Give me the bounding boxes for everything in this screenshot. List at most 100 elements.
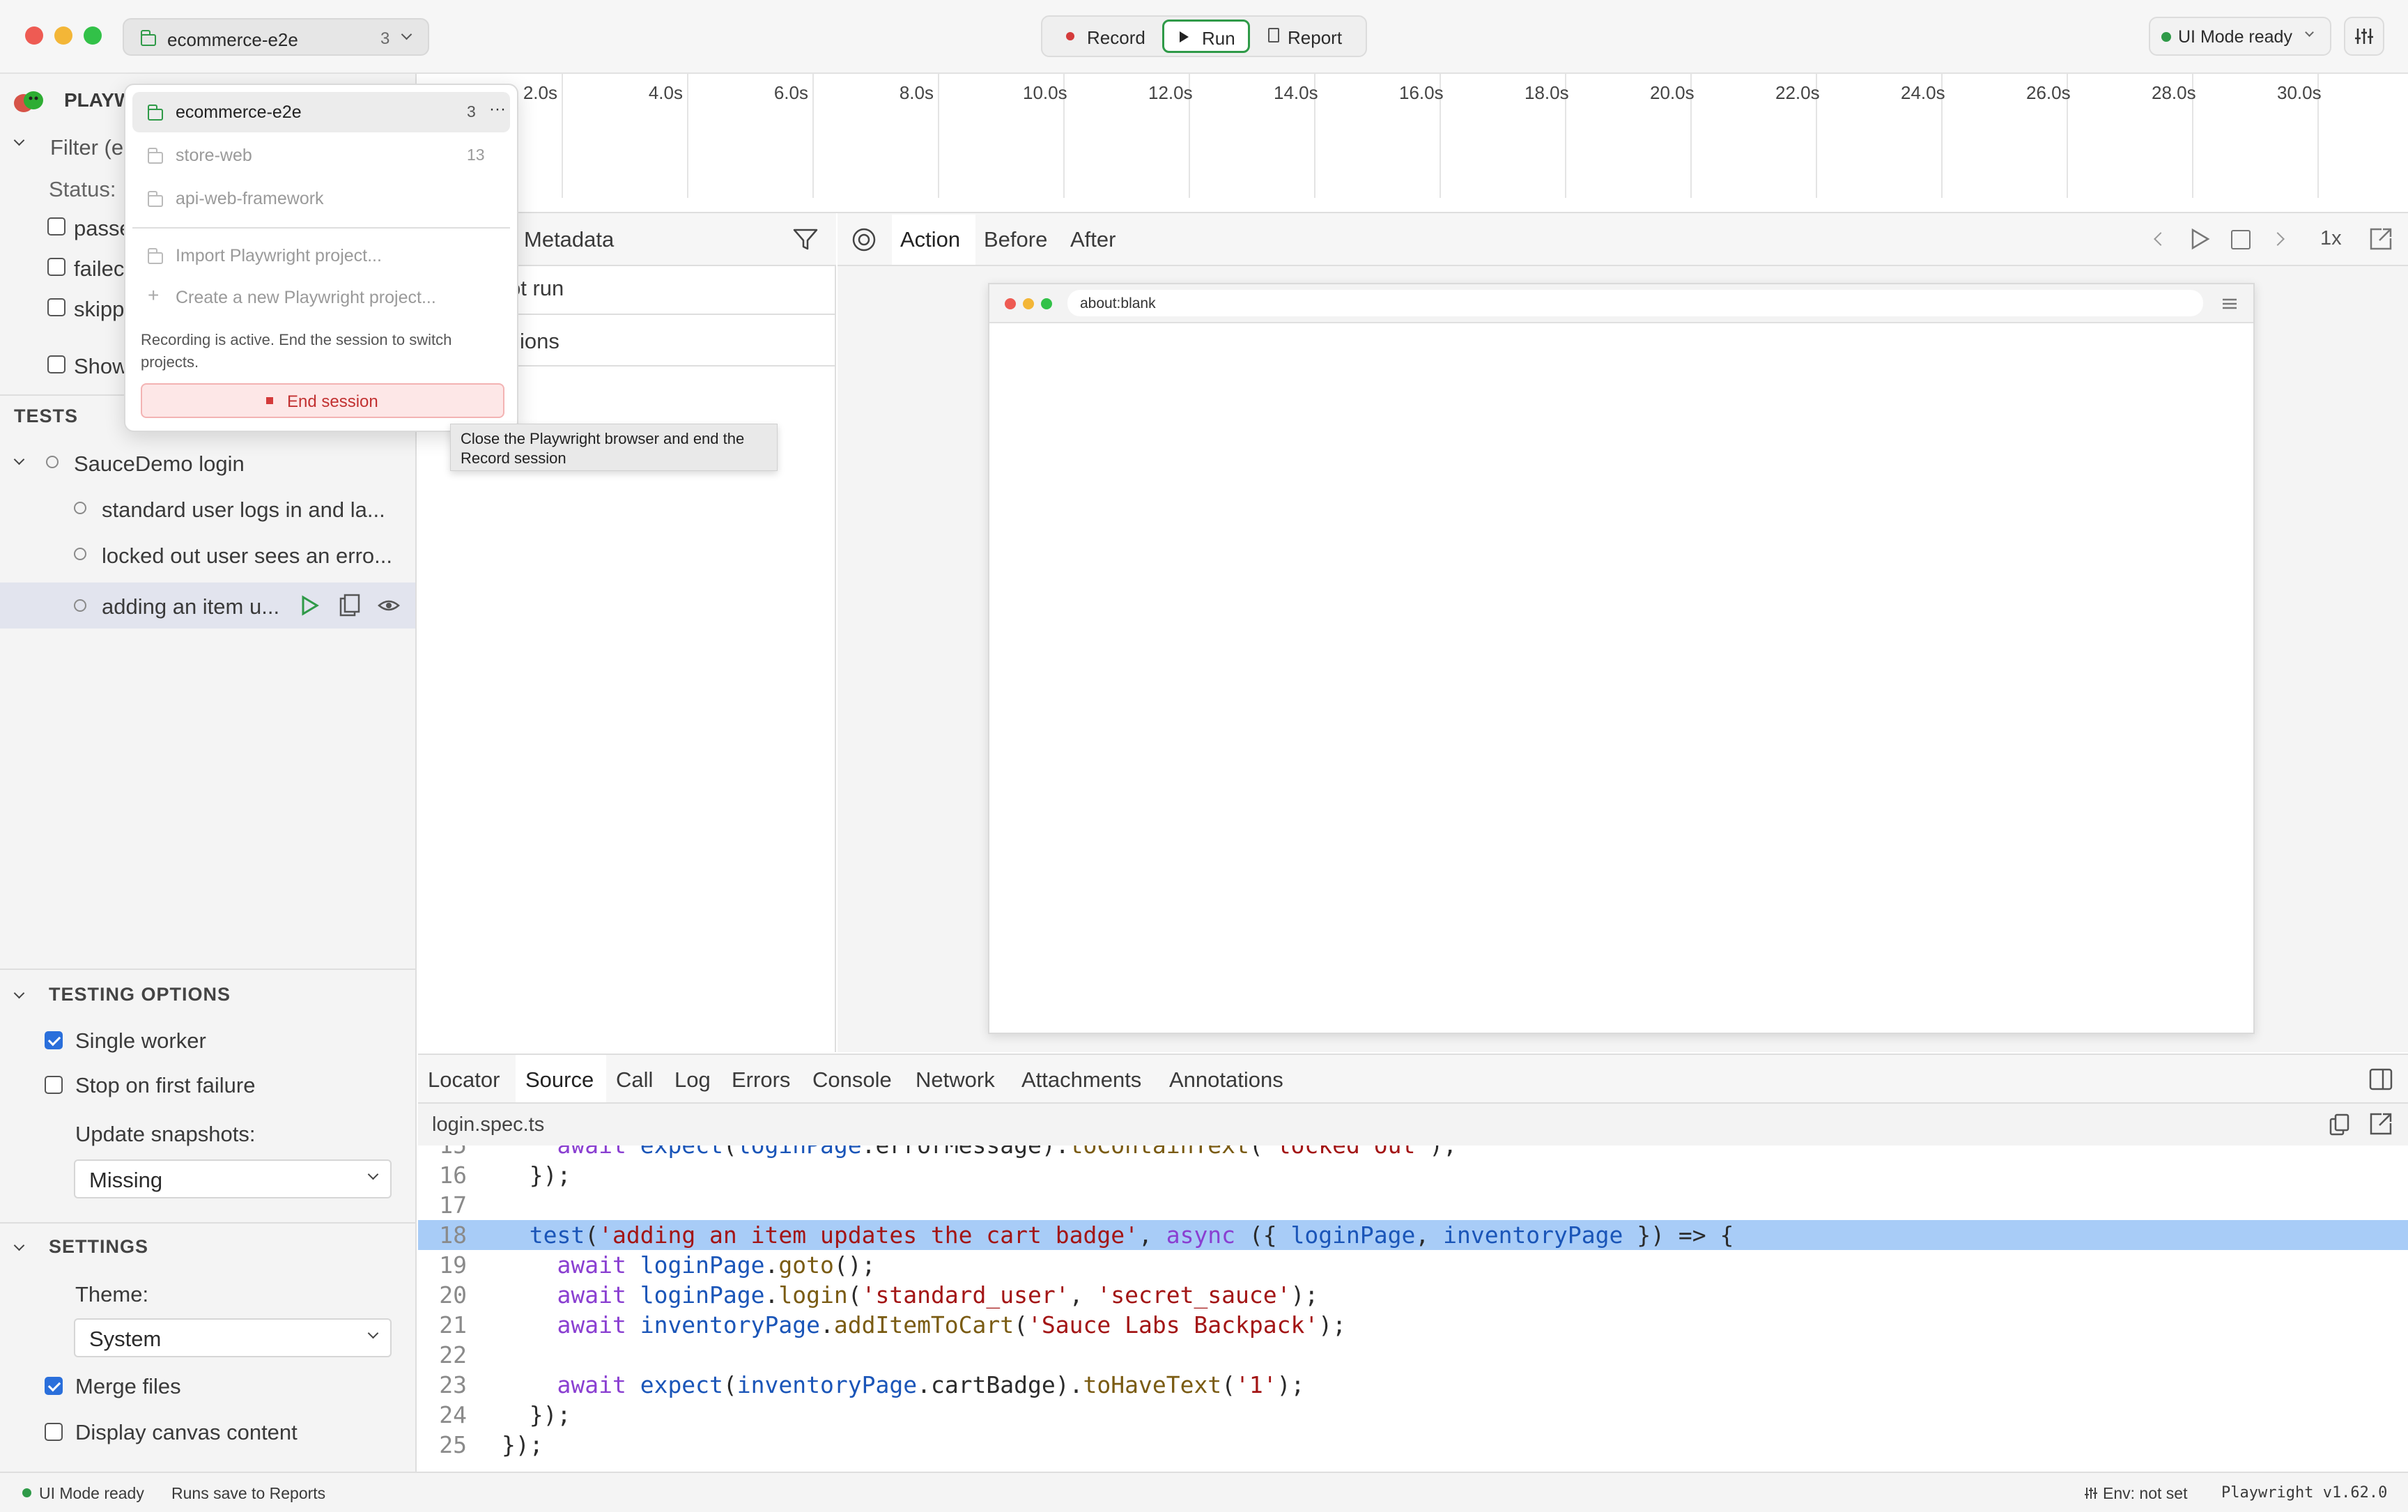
divider bbox=[0, 1222, 417, 1224]
chevron-down-icon[interactable] bbox=[13, 1240, 25, 1251]
status-skipped-checkbox[interactable] bbox=[47, 298, 65, 316]
app-name: PLAYW bbox=[64, 89, 133, 111]
status-label: Status: bbox=[49, 177, 116, 201]
line-number: 25 bbox=[439, 1431, 467, 1458]
line-number: 23 bbox=[439, 1371, 467, 1398]
theme-select[interactable]: System bbox=[74, 1318, 392, 1357]
ui-mode-status-dropdown[interactable]: UI Mode ready bbox=[2149, 17, 2331, 56]
tab-console[interactable]: Console bbox=[812, 1067, 892, 1093]
chevron-left-icon[interactable] bbox=[2154, 232, 2168, 246]
minimize-window-button[interactable] bbox=[54, 26, 72, 45]
project-item[interactable]: api-web-framework bbox=[132, 178, 510, 219]
env-status[interactable]: Env: not set bbox=[2103, 1484, 2187, 1503]
tab-network[interactable]: Network bbox=[916, 1067, 995, 1093]
split-panel-icon[interactable] bbox=[2368, 1066, 2394, 1093]
create-project-item[interactable]: + Create a new Playwright project... bbox=[132, 277, 510, 318]
maximize-window-button[interactable] bbox=[84, 26, 102, 45]
chevron-down-icon[interactable] bbox=[13, 134, 25, 146]
status-passed-checkbox[interactable] bbox=[47, 217, 65, 236]
source-code-viewer[interactable]: 15 await expect(loginPage.errorMessage).… bbox=[418, 1145, 2408, 1472]
run-button[interactable]: Run bbox=[1162, 20, 1250, 53]
stop-icon[interactable] bbox=[2231, 230, 2251, 249]
play-icon bbox=[1180, 31, 1189, 43]
status-failed-checkbox[interactable] bbox=[47, 258, 65, 276]
timeline-tick-label: 14.0s bbox=[1274, 82, 1318, 103]
chevron-right-icon[interactable] bbox=[2271, 232, 2285, 246]
code-text: await expect(loginPage.errorMessage).toC… bbox=[502, 1145, 1456, 1160]
project-selector[interactable]: ecommerce-e2e 3 bbox=[123, 18, 429, 56]
chevron-down-icon bbox=[367, 1327, 379, 1339]
chevron-down-icon[interactable] bbox=[13, 987, 25, 999]
open-source-icon[interactable] bbox=[337, 593, 362, 618]
timeline-tick-label: 10.0s bbox=[1023, 82, 1067, 103]
project-item-active[interactable]: ecommerce-e2e 3 ··· bbox=[132, 92, 510, 132]
run-test-icon[interactable] bbox=[301, 595, 319, 616]
folder-icon bbox=[147, 248, 163, 264]
tab-action[interactable]: Action bbox=[892, 215, 975, 265]
single-worker-checkbox[interactable] bbox=[45, 1031, 63, 1049]
tab-metadata[interactable]: Metadata bbox=[524, 227, 614, 252]
tab-call[interactable]: Call bbox=[616, 1067, 653, 1093]
report-button[interactable]: Report bbox=[1256, 20, 1360, 53]
play-icon[interactable] bbox=[2189, 227, 2212, 251]
copy-icon[interactable] bbox=[2327, 1112, 2352, 1137]
watch-eye-icon[interactable] bbox=[376, 593, 401, 618]
folder-icon bbox=[147, 148, 163, 164]
show-checkbox[interactable] bbox=[47, 355, 65, 373]
document-icon bbox=[1268, 28, 1279, 43]
display-canvas-checkbox[interactable] bbox=[45, 1423, 63, 1441]
update-snapshots-label: Update snapshots: bbox=[75, 1122, 256, 1146]
timeline-tick-label: 2.0s bbox=[523, 82, 557, 103]
tab-log[interactable]: Log bbox=[674, 1067, 711, 1093]
project-item[interactable]: store-web 13 bbox=[132, 135, 510, 176]
snapshot-header: Action Before After 1x bbox=[838, 213, 2408, 266]
record-dot-icon bbox=[1066, 32, 1074, 40]
status-label: UI Mode ready bbox=[2178, 27, 2292, 47]
test-group-saucedemo-login[interactable]: SauceDemo login bbox=[74, 452, 245, 477]
settings-sliders-button[interactable] bbox=[2344, 17, 2384, 56]
stop-on-first-failure-checkbox[interactable] bbox=[45, 1076, 63, 1094]
timeline-tick-label: 30.0s bbox=[2277, 82, 2322, 103]
pick-locator-icon[interactable] bbox=[850, 226, 878, 254]
test-item[interactable]: locked out user sees an erro... bbox=[102, 543, 392, 569]
menu-icon bbox=[2223, 298, 2237, 309]
tab-after[interactable]: After bbox=[1070, 227, 1116, 252]
timeline-gridline bbox=[938, 74, 939, 198]
open-external-icon[interactable] bbox=[2368, 226, 2394, 252]
tab-annotations[interactable]: Annotations bbox=[1169, 1067, 1283, 1093]
tab-action-label: Action bbox=[900, 227, 961, 252]
code-text: test('adding an item updates the cart ba… bbox=[529, 1221, 1734, 1249]
update-snapshots-select[interactable]: Missing bbox=[74, 1159, 392, 1198]
merge-files-checkbox[interactable] bbox=[45, 1377, 63, 1395]
test-item[interactable]: standard user logs in and la... bbox=[102, 497, 385, 523]
line-number: 22 bbox=[439, 1341, 467, 1368]
project-count: 3 bbox=[380, 29, 390, 48]
filter-icon[interactable] bbox=[792, 226, 819, 254]
project-item-label: store-web bbox=[176, 146, 252, 165]
timeline[interactable]: 2.0s 4.0s 6.0s 8.0s 10.0s 12.0s 14.0s 16.0s 18.0… bbox=[418, 74, 2408, 213]
tab-before[interactable]: Before bbox=[984, 227, 1047, 252]
open-external-icon[interactable] bbox=[2368, 1111, 2394, 1137]
code-line: 16 }); bbox=[418, 1160, 2408, 1190]
playback-speed[interactable]: 1x bbox=[2320, 227, 2342, 250]
run-label: Run bbox=[1202, 28, 1235, 49]
close-window-button[interactable] bbox=[25, 26, 43, 45]
status-failed-label: failec bbox=[74, 256, 125, 281]
display-canvas-label: Display canvas content bbox=[75, 1420, 298, 1444]
end-session-button[interactable]: End session bbox=[141, 383, 504, 418]
tab-errors[interactable]: Errors bbox=[732, 1067, 790, 1093]
tab-attachments[interactable]: Attachments bbox=[1021, 1067, 1141, 1093]
code-text: }); bbox=[502, 1401, 571, 1428]
code-text: await expect(inventoryPage.cartBadge).to… bbox=[557, 1371, 1305, 1398]
import-project-item[interactable]: Import Playwright project... bbox=[132, 236, 510, 276]
filter-input[interactable]: Filter (e bbox=[50, 135, 123, 160]
tab-locator[interactable]: Locator bbox=[428, 1067, 500, 1093]
test-item-selected[interactable]: adding an item u... bbox=[0, 583, 415, 628]
tab-source[interactable]: Source bbox=[525, 1067, 594, 1093]
test-status-icon bbox=[74, 599, 86, 612]
line-number: 20 bbox=[439, 1281, 467, 1309]
more-options-icon[interactable]: ··· bbox=[489, 100, 506, 119]
chevron-down-icon bbox=[2305, 28, 2314, 37]
record-button[interactable]: Record bbox=[1047, 20, 1157, 53]
chevron-down-icon[interactable] bbox=[13, 454, 25, 465]
